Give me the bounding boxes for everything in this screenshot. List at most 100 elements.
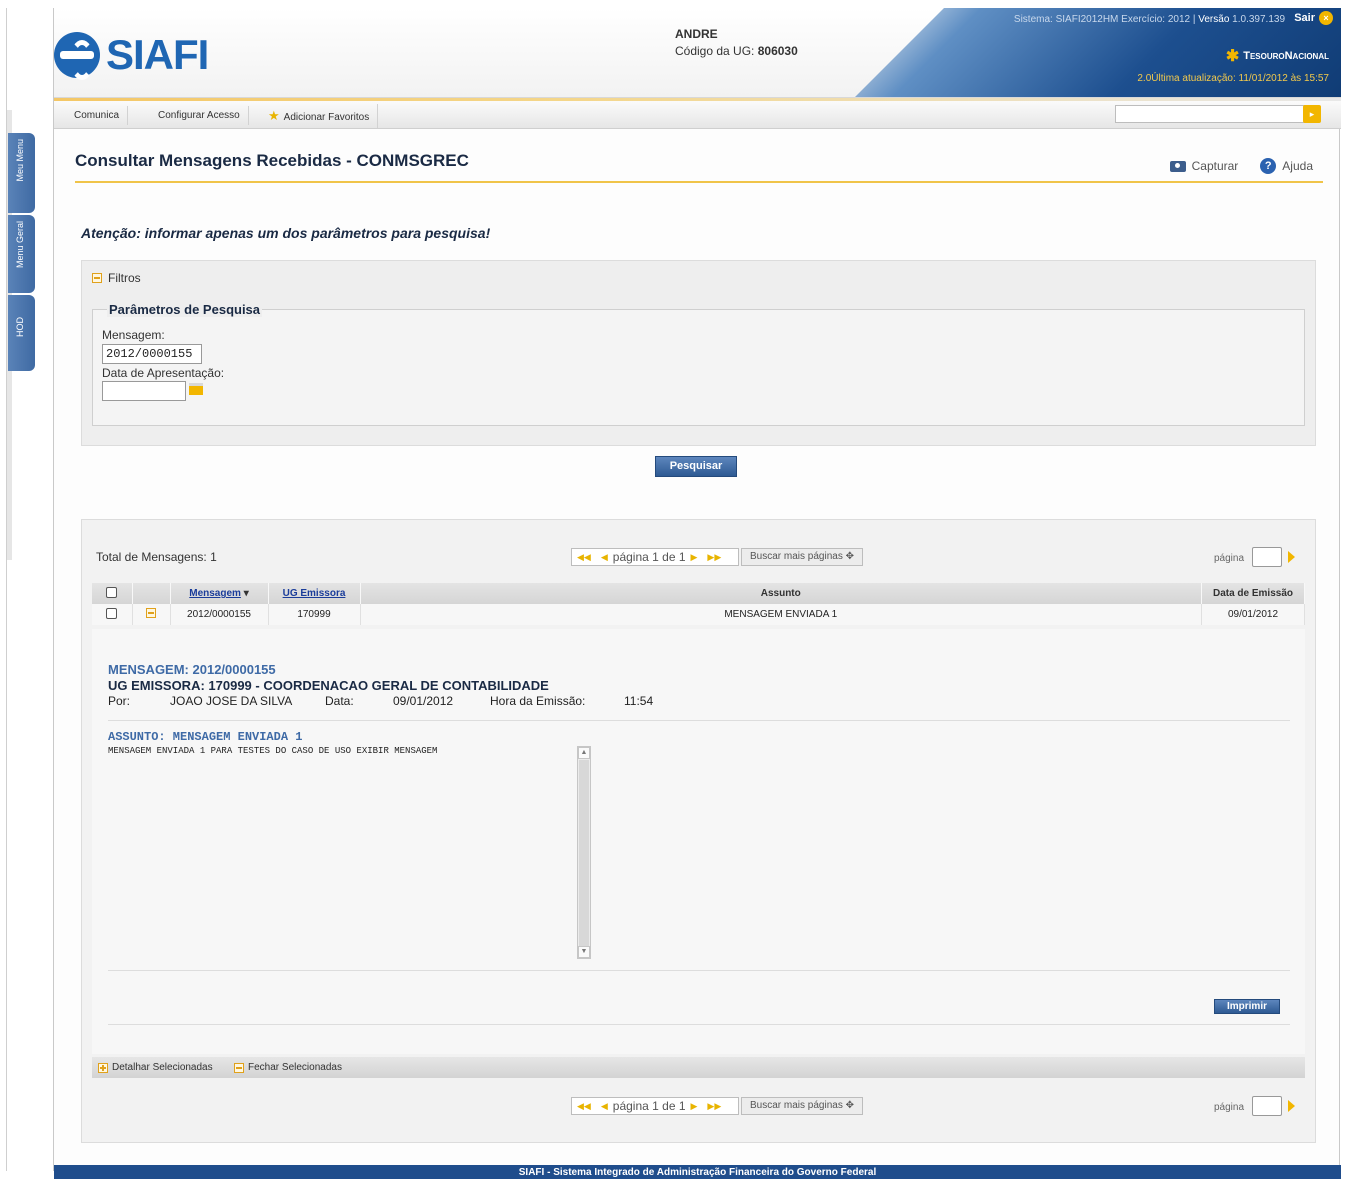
system-info-text: Sistema: SIAFI2012HM Exercício: 2012 xyxy=(1013,14,1191,25)
detail-assunto: ASSUNTO: MENSAGEM ENVIADA 1 xyxy=(108,730,303,744)
column-header-ug[interactable]: UG Emissora xyxy=(268,583,361,604)
detail-por-value: JOAO JOSE DA SILVA xyxy=(170,694,293,708)
side-tab-my-menu[interactable]: Meu Menu xyxy=(8,133,35,213)
capture-button[interactable]: Capturar xyxy=(1169,159,1238,173)
cell-ug: 170999 xyxy=(268,604,361,625)
close-icon xyxy=(234,1062,244,1073)
last-page-icon-bottom[interactable]: ▶▶ xyxy=(702,1101,726,1112)
sort-mensagem-link[interactable]: Mensagem xyxy=(189,588,241,599)
prev-page-icon-bottom[interactable]: ◀ xyxy=(596,1101,613,1112)
side-tab-general-menu[interactable]: Menu Geral xyxy=(8,215,35,293)
scroll-down-icon[interactable]: ▼ xyxy=(578,946,590,958)
more-pages-button-top[interactable]: Buscar mais páginas ✥ xyxy=(741,548,863,566)
column-header-assunto: Assunto xyxy=(360,583,1202,604)
total-messages: Total de Mensagens: 1 xyxy=(96,550,217,564)
row-checkbox[interactable] xyxy=(106,607,118,619)
last-update: 2.0Última atualização: 11/01/2012 às 15:… xyxy=(1137,73,1329,84)
nav-item-configurar-acesso-label: Configurar Acesso xyxy=(158,110,240,121)
first-page-icon-bottom[interactable]: ◀◀ xyxy=(572,1101,596,1112)
detail-por-label: Por: xyxy=(108,694,131,708)
next-page-icon[interactable]: ▶ xyxy=(686,552,703,563)
search-button[interactable]: Pesquisar xyxy=(655,456,737,477)
message-input[interactable] xyxy=(102,344,202,364)
nav-item-comunica[interactable]: Comunica xyxy=(66,106,129,125)
column-header-data: Data de Emissão xyxy=(1201,583,1305,604)
detail-ug: UG EMISSORA: 170999 - COORDENACAO GERAL … xyxy=(108,678,549,693)
page-frame: SIAFI ANDRE Código da UG: 806030 Sistema… xyxy=(53,8,1341,1179)
date-label: Data de Apresentação: xyxy=(102,366,225,380)
assunto-header-label: Assunto xyxy=(760,588,801,599)
version-label: Versão xyxy=(1198,14,1230,25)
camera-icon xyxy=(1169,160,1186,172)
cell-assunto: MENSAGEM ENVIADA 1 xyxy=(360,604,1202,625)
more-pages-button-bottom[interactable]: Buscar mais páginas ✥ xyxy=(741,1097,863,1115)
logout-button[interactable]: Sair × xyxy=(1294,11,1333,25)
more-pages-label-bottom: Buscar mais páginas xyxy=(750,1100,843,1111)
results-panel: Total de Mensagens: 1 ◀◀ ◀ página 1 de 1… xyxy=(81,519,1316,1143)
print-button[interactable]: Imprimir xyxy=(1214,999,1280,1014)
expand-selected-label: Detalhar Selecionadas xyxy=(112,1062,213,1073)
pager-bottom: ◀◀ ◀ página 1 de 1 ▶ ▶▶ xyxy=(571,1097,739,1115)
side-tab-my-menu-label: Meu Menu xyxy=(15,139,25,182)
nav-item-comunica-label: Comunica xyxy=(74,110,120,121)
page-footer: SIAFI - Sistema Integrado de Administraç… xyxy=(54,1165,1341,1179)
message-detail: MENSAGEM: 2012/0000155 UG EMISSORA: 1709… xyxy=(92,629,1305,1054)
scroll-thumb[interactable] xyxy=(579,760,589,946)
nav-search-go-button[interactable]: ▸ xyxy=(1303,105,1321,123)
system-info: Sistema: SIAFI2012HM Exercício: 2012 | V… xyxy=(1013,14,1285,25)
row-toggle-cell xyxy=(132,604,171,625)
pager-top-text: página 1 de 1 xyxy=(612,550,686,564)
side-tab-hod[interactable]: HOD xyxy=(8,295,35,371)
search-warning: Atenção: informar apenas um dos parâmetr… xyxy=(81,225,491,241)
nav-item-adicionar-favoritos-label: Adicionar Favoritos xyxy=(283,112,370,123)
detail-hora-value: 11:54 xyxy=(624,694,654,708)
collapse-icon xyxy=(92,273,102,283)
nav-search-input[interactable] xyxy=(1115,105,1307,123)
star-icon: ★ xyxy=(268,108,280,123)
siafi-logo-icon xyxy=(54,32,100,80)
expand-selected-button[interactable]: Detalhar Selecionadas xyxy=(98,1062,213,1073)
siafi-logo[interactable]: SIAFI xyxy=(54,30,209,80)
sort-ug-link[interactable]: UG Emissora xyxy=(283,588,346,599)
table-row[interactable]: 2012/0000155 170999 MENSAGEM ENVIADA 1 0… xyxy=(92,604,1305,625)
detail-divider-mid xyxy=(108,970,1290,971)
help-button[interactable]: ? Ajuda xyxy=(1260,158,1313,174)
filter-toggle[interactable]: Filtros xyxy=(92,271,141,285)
close-selected-button[interactable]: Fechar Selecionadas xyxy=(234,1062,342,1073)
help-label: Ajuda xyxy=(1282,159,1313,173)
scroll-up-icon[interactable]: ▲ xyxy=(578,747,590,759)
select-all-checkbox[interactable] xyxy=(106,586,118,598)
page-label-bottom: página xyxy=(1214,1102,1245,1113)
go-page-icon-top[interactable] xyxy=(1288,551,1295,563)
nav-item-adicionar-favoritos[interactable]: ★ Adicionar Favoritos xyxy=(260,104,379,128)
message-label: Mensagem: xyxy=(102,328,165,342)
calendar-icon[interactable] xyxy=(189,383,203,395)
next-page-icon-bottom[interactable]: ▶ xyxy=(686,1101,703,1112)
page-input-bottom[interactable] xyxy=(1252,1096,1282,1116)
user-name: ANDRE xyxy=(675,27,718,41)
side-tab-general-menu-label: Menu Geral xyxy=(15,221,25,269)
select-all-cell xyxy=(92,583,133,604)
column-header-mensagem[interactable]: Mensagem ▾ xyxy=(170,583,269,604)
detail-body: MENSAGEM ENVIADA 1 PARA TESTES DO CASO D… xyxy=(108,746,438,756)
first-page-icon[interactable]: ◀◀ xyxy=(572,552,596,563)
expand-column-header xyxy=(132,583,171,604)
nav-item-configurar-acesso[interactable]: Configurar Acesso xyxy=(150,106,249,125)
search-parameters-fieldset xyxy=(92,309,1305,426)
go-page-icon-bottom[interactable] xyxy=(1288,1100,1295,1112)
filter-panel: Filtros Parâmetros de Pesquisa Mensagem:… xyxy=(81,260,1316,446)
tesouro-text: TesouroNacional xyxy=(1243,50,1329,62)
logout-icon: × xyxy=(1319,11,1333,25)
collapse-row-icon[interactable] xyxy=(146,608,156,618)
version-number: 1.0.397.139 xyxy=(1232,14,1285,25)
close-selected-label: Fechar Selecionadas xyxy=(248,1062,342,1073)
detail-body-scrollbar[interactable]: ▲ ▼ xyxy=(577,746,591,959)
last-page-icon[interactable]: ▶▶ xyxy=(702,552,726,563)
expand-icon xyxy=(98,1062,108,1073)
prev-page-icon[interactable]: ◀ xyxy=(596,552,613,563)
page-input-top[interactable] xyxy=(1252,547,1282,567)
date-input[interactable] xyxy=(102,381,186,401)
data-header-label: Data de Emissão xyxy=(1212,588,1294,599)
tesouro-logo: ✱ TesouroNacional xyxy=(1226,46,1329,66)
user-info: ANDRE Código da UG: 806030 xyxy=(675,26,798,60)
